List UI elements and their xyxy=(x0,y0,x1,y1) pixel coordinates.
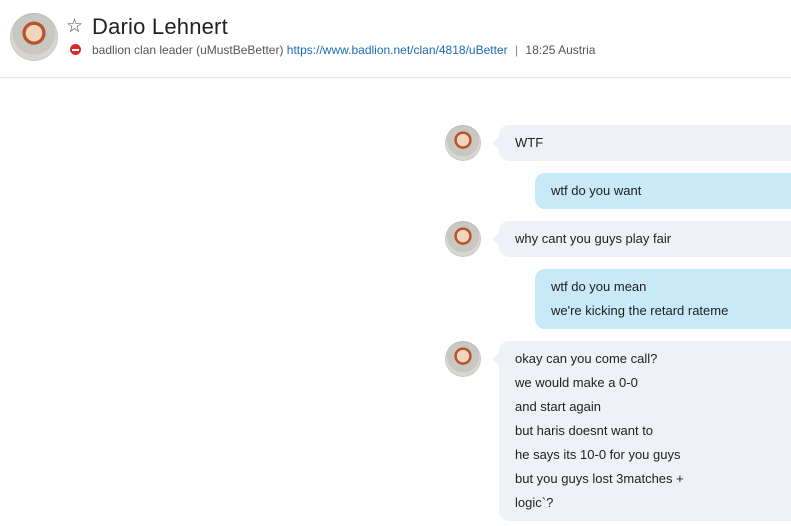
contact-name[interactable]: Dario Lehnert xyxy=(92,14,228,40)
message-line: and start again xyxy=(515,399,602,414)
conversation-header: ☆ Dario Lehnert badlion clan leader (uMu… xyxy=(0,0,791,78)
message-line: logic`? xyxy=(515,495,554,510)
message-line: WTF xyxy=(515,135,544,150)
message-line: wtf do you mean xyxy=(551,279,647,294)
incoming-message[interactable]: okay can you come call? we would make a … xyxy=(492,341,791,521)
outgoing-message[interactable]: wtf do you want xyxy=(535,173,791,209)
message-line: why cant you guys play fair xyxy=(515,231,672,246)
star-outline-icon[interactable]: ☆ xyxy=(66,15,83,38)
incoming-message[interactable]: why cant you guys play fair xyxy=(492,221,791,257)
local-time: 18:25 Austria xyxy=(525,43,596,57)
chat-history[interactable]: WTF wtf do you want why cant you guys pl… xyxy=(0,78,791,526)
contact-mood: badlion clan leader (uMustBeBetter) http… xyxy=(92,43,595,57)
outgoing-message[interactable]: wtf do you mean we're kicking the retard… xyxy=(535,269,791,329)
contact-avatar[interactable] xyxy=(10,13,58,61)
sender-avatar[interactable] xyxy=(445,125,481,161)
mood-separator: | xyxy=(514,43,519,57)
incoming-message[interactable]: WTF xyxy=(492,125,791,161)
message-line: we would make a 0-0 xyxy=(515,375,638,390)
message-line: but haris doesnt want to xyxy=(515,423,654,438)
message-line: but you guys lost 3matches + xyxy=(515,471,684,486)
mood-text: badlion clan leader (uMustBeBetter) xyxy=(92,43,284,57)
message-line: wtf do you want xyxy=(551,183,642,198)
sender-avatar[interactable] xyxy=(445,341,481,377)
message-line: he says its 10-0 for you guys xyxy=(515,447,681,462)
message-line: okay can you come call? xyxy=(515,351,658,366)
mood-link[interactable]: https://www.badlion.net/clan/4818/uBette… xyxy=(287,43,508,57)
message-line: we're kicking the retard rateme xyxy=(551,303,729,318)
do-not-disturb-icon xyxy=(70,44,81,55)
sender-avatar[interactable] xyxy=(445,221,481,257)
